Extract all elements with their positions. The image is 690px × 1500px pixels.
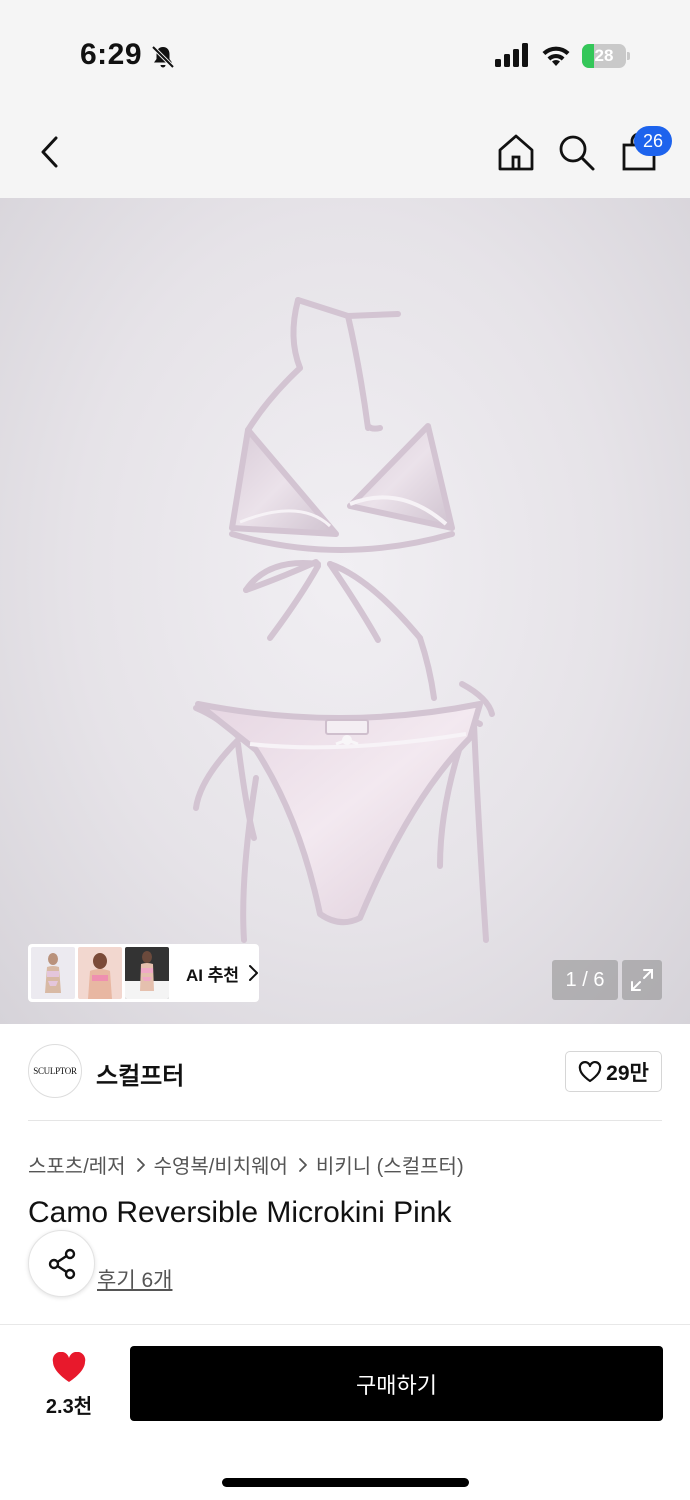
chevron-right-icon — [299, 1157, 307, 1172]
breadcrumb-subcategory[interactable]: 수영복/비치웨어 — [154, 1150, 288, 1179]
heart-filled-icon — [52, 1352, 86, 1382]
battery-percentage: 28 — [594, 46, 614, 65]
ai-recommend-button[interactable]: AI 추천 — [28, 944, 259, 1002]
status-time: 6:29 — [80, 38, 143, 71]
signal-icon — [495, 43, 528, 67]
expand-icon[interactable] — [622, 960, 662, 1000]
buy-button[interactable]: 구매하기 — [130, 1346, 663, 1421]
battery-icon: 28 — [582, 44, 630, 68]
brand-logo[interactable]: SCULPTOR — [28, 1044, 82, 1098]
wishlist-button[interactable]: 2.3천 — [36, 1348, 102, 1418]
image-page-counter: 1 / 6 — [552, 960, 618, 1000]
share-icon[interactable] — [28, 1230, 95, 1297]
ai-thumbnail-2 — [78, 947, 122, 999]
ai-thumbnail-3 — [125, 947, 169, 999]
ai-recommend-label: AI 추천 — [186, 965, 240, 985]
home-indicator — [222, 1478, 469, 1487]
divider — [28, 1120, 662, 1121]
status-bar: 6:29 28 — [0, 0, 690, 100]
heart-outline-icon — [578, 1060, 602, 1082]
cart-count-badge: 26 — [634, 126, 672, 156]
brand-name[interactable]: 스컬프터 — [96, 1056, 184, 1091]
breadcrumb-item[interactable]: 비키니 (스컬프터) — [316, 1150, 464, 1179]
brand-like-button[interactable]: 29만 — [565, 1051, 662, 1092]
chevron-right-icon — [136, 1157, 145, 1172]
home-icon[interactable] — [494, 130, 538, 174]
breadcrumb: 스포츠/레저 수영복/비치웨어 비키니 (스컬프터) — [28, 1150, 464, 1179]
brand-logo-text: SCULPTOR — [33, 1066, 77, 1076]
wifi-icon — [542, 46, 570, 66]
bottom-bar-divider — [0, 1324, 690, 1325]
chevron-right-icon — [249, 965, 259, 981]
search-icon[interactable] — [554, 130, 598, 174]
ai-thumbnail-1 — [31, 947, 75, 999]
back-arrow-icon[interactable] — [28, 130, 72, 174]
breadcrumb-category[interactable]: 스포츠/레저 — [28, 1150, 126, 1179]
bell-off-icon — [151, 45, 175, 69]
brand-like-count: 29만 — [606, 1061, 649, 1085]
reviews-link[interactable]: 후기 6개 — [97, 1264, 172, 1294]
product-title: Camo Reversible Microkini Pink — [28, 1196, 452, 1229]
product-image[interactable] — [0, 198, 690, 1024]
wishlist-count: 2.3천 — [45, 1396, 93, 1418]
bikini-illustration — [193, 297, 495, 943]
